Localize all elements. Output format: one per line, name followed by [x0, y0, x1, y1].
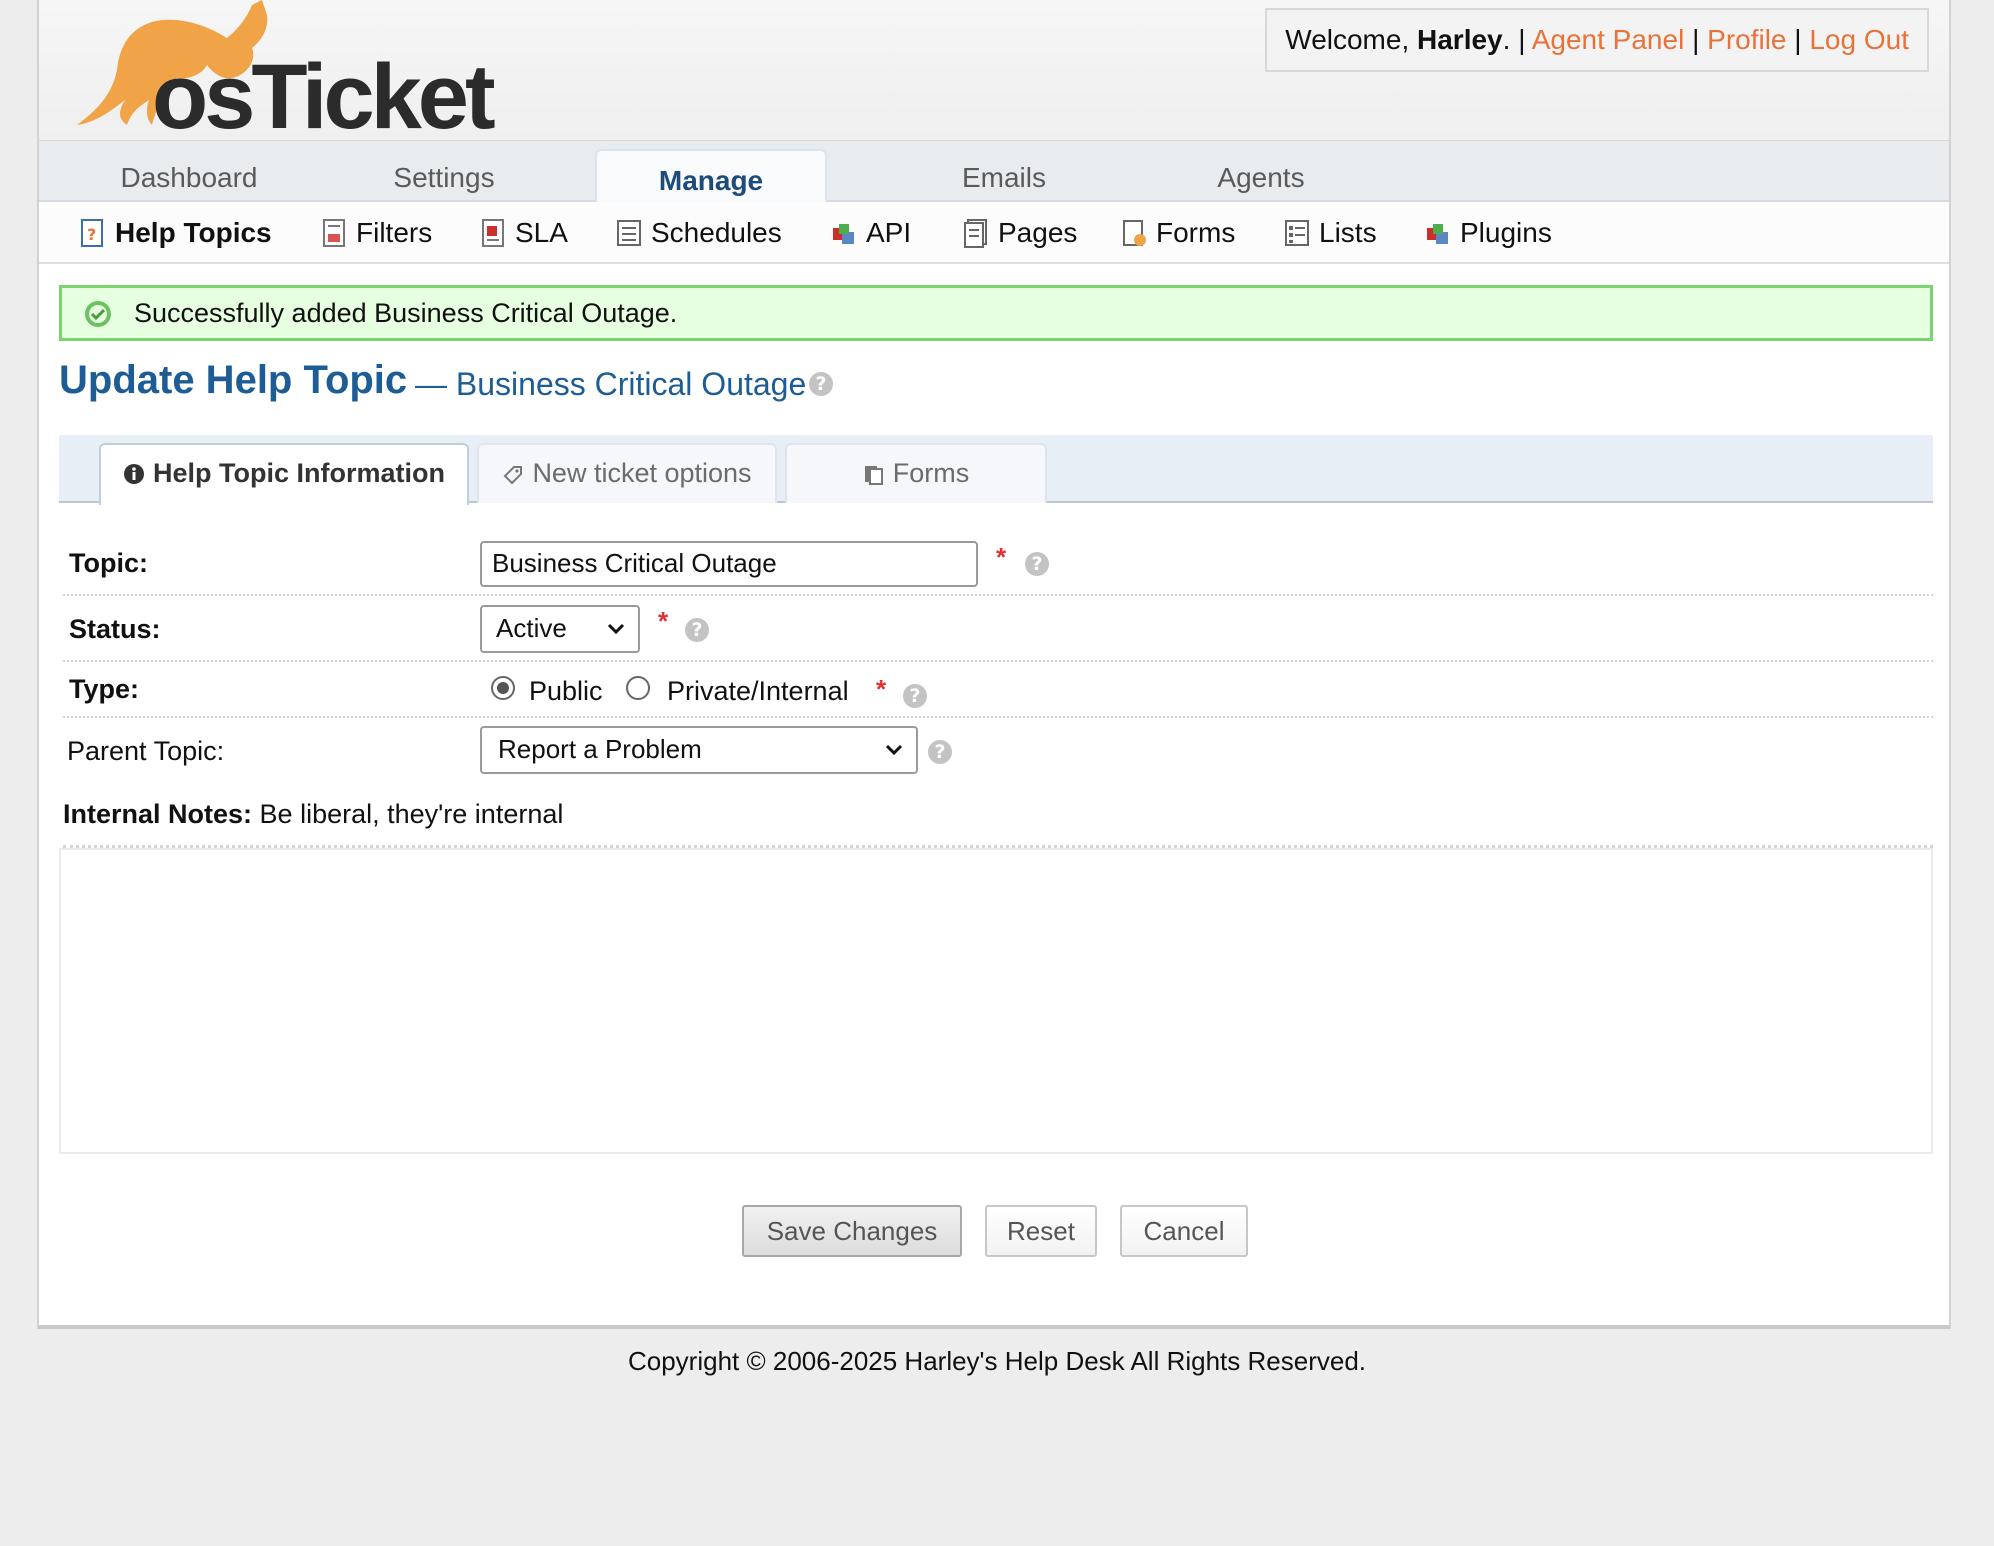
status-value: Active [496, 613, 567, 643]
nav-tab-agents[interactable]: Agents [1151, 141, 1371, 203]
parent-topic-row: Parent Topic: Report a Problem ? [63, 718, 1933, 784]
subnav-item-api[interactable]: API [830, 202, 911, 262]
filters-icon [323, 219, 345, 247]
subnav-label: Forms [1156, 217, 1236, 248]
internal-notes-editor[interactable] [59, 848, 1933, 1154]
success-message: Successfully added Business Critical Out… [59, 285, 1933, 341]
type-public-label: Public [529, 676, 603, 706]
sub-nav: ? Help Topics Filters SLA Schedules API P… [39, 202, 1949, 264]
separator: | [1692, 24, 1700, 55]
welcome-suffix: . | [1502, 24, 1526, 55]
internal-notes-heading: Internal Notes: Be liberal, they're inte… [63, 799, 563, 830]
sla-icon [482, 219, 504, 247]
parent-topic-select[interactable]: Report a Problem [480, 726, 918, 774]
subnav-label: Pages [998, 217, 1078, 248]
separator: | [1794, 24, 1802, 55]
schedules-icon [617, 220, 641, 246]
status-select[interactable]: Active [480, 605, 640, 653]
main-nav: Dashboard Settings Manage Emails Agents [39, 140, 1949, 205]
agent-panel-link[interactable]: Agent Panel [1532, 24, 1685, 55]
topic-row: Topic: Business Critical Outage * ? [63, 520, 1933, 596]
tab-help-topic-information[interactable]: Help Topic Information [99, 443, 469, 505]
nav-tab-emails[interactable]: Emails [894, 141, 1114, 203]
forms-doc-icon [864, 466, 883, 485]
subnav-item-sla[interactable]: SLA [479, 202, 568, 262]
plugins-icon [1427, 224, 1448, 244]
tab-label: New ticket options [532, 458, 752, 488]
subnav-item-forms[interactable]: Forms [1120, 202, 1235, 262]
subnav-item-plugins[interactable]: Plugins [1424, 202, 1552, 262]
page-subtitle: — Business Critical Outage [415, 366, 807, 402]
osticket-logo[interactable]: osTicket [57, 0, 497, 135]
internal-notes-label: Internal Notes: [63, 799, 253, 829]
subnav-item-filters[interactable]: Filters [320, 202, 432, 262]
help-icon[interactable]: ? [928, 740, 952, 764]
parent-topic-value: Report a Problem [498, 734, 702, 764]
tab-new-ticket-options[interactable]: New ticket options [477, 443, 777, 503]
help-icon[interactable]: ? [685, 618, 709, 642]
form-tabs: Help Topic Information New ticket option… [59, 435, 1933, 505]
check-circle-icon [85, 301, 111, 327]
reset-button[interactable]: Reset [985, 1205, 1097, 1257]
type-private-label: Private/Internal [667, 676, 849, 706]
subnav-label: Help Topics [115, 217, 272, 248]
parent-topic-label: Parent Topic: [67, 736, 225, 766]
help-icon[interactable]: ? [809, 372, 833, 396]
profile-link[interactable]: Profile [1707, 24, 1786, 55]
required-marker: * [658, 606, 669, 636]
page-title: Update Help Topic [59, 358, 408, 402]
save-changes-button[interactable]: Save Changes [742, 1205, 962, 1257]
tag-icon [504, 466, 523, 485]
status-label: Status: [69, 614, 161, 644]
topic-label: Topic: [69, 548, 148, 578]
subnav-label: API [866, 217, 912, 248]
success-message-text: Successfully added Business Critical Out… [134, 298, 678, 328]
subnav-label: SLA [515, 217, 568, 248]
tab-forms[interactable]: Forms [785, 443, 1047, 503]
subnav-label: Plugins [1460, 217, 1552, 248]
chevron-down-icon [607, 623, 625, 635]
user-info-box: Welcome, Harley. | Agent Panel | Profile… [1265, 8, 1929, 72]
status-row: Status: Active * ? [63, 596, 1933, 662]
subnav-item-help-topics[interactable]: ? Help Topics [79, 202, 272, 262]
svg-text:osTicket: osTicket [152, 46, 495, 135]
nav-tab-dashboard[interactable]: Dashboard [79, 141, 299, 203]
forms-icon [1123, 220, 1146, 246]
subnav-item-pages[interactable]: Pages [962, 202, 1077, 262]
help-icon[interactable]: ? [903, 684, 927, 708]
footer-copyright: Copyright © 2006-2025 Harley's Help Desk… [627, 1346, 1367, 1376]
topic-input[interactable]: Business Critical Outage [480, 541, 978, 587]
tab-label: Help Topic Information [153, 458, 445, 488]
page-container: osTicket Welcome, Harley. | Agent Panel … [37, 0, 1951, 1329]
lists-icon [1285, 220, 1309, 246]
welcome-text: Welcome, [1285, 24, 1410, 55]
header: osTicket Welcome, Harley. | Agent Panel … [39, 0, 1949, 140]
log-out-link[interactable]: Log Out [1809, 24, 1909, 55]
subnav-item-schedules[interactable]: Schedules [615, 202, 782, 262]
type-public-radio[interactable] [491, 676, 515, 700]
user-name: Harley [1417, 24, 1503, 55]
type-row: Type: Public Private/Internal * ? [63, 662, 1933, 718]
nav-tab-settings[interactable]: Settings [334, 141, 554, 203]
cancel-button[interactable]: Cancel [1120, 1205, 1248, 1257]
subnav-item-lists[interactable]: Lists [1283, 202, 1377, 262]
internal-notes-row: Internal Notes: Be liberal, they're inte… [63, 784, 1933, 848]
api-icon [833, 224, 854, 244]
type-private-radio[interactable] [626, 676, 650, 700]
chevron-down-icon [885, 744, 903, 756]
tab-label: Forms [892, 458, 970, 488]
required-marker: * [996, 542, 1007, 572]
pages-icon [964, 219, 987, 248]
nav-tab-manage[interactable]: Manage [595, 149, 827, 205]
type-label: Type: [69, 674, 140, 704]
required-marker: * [876, 674, 887, 704]
subnav-label: Filters [356, 217, 433, 248]
svg-text:?: ? [87, 225, 96, 244]
help-topics-icon: ? [81, 219, 103, 247]
help-icon[interactable]: ? [1025, 552, 1049, 576]
internal-notes-hint: Be liberal, they're internal [259, 799, 564, 829]
subnav-label: Schedules [651, 217, 782, 248]
info-icon [124, 464, 144, 484]
subnav-label: Lists [1319, 217, 1377, 248]
